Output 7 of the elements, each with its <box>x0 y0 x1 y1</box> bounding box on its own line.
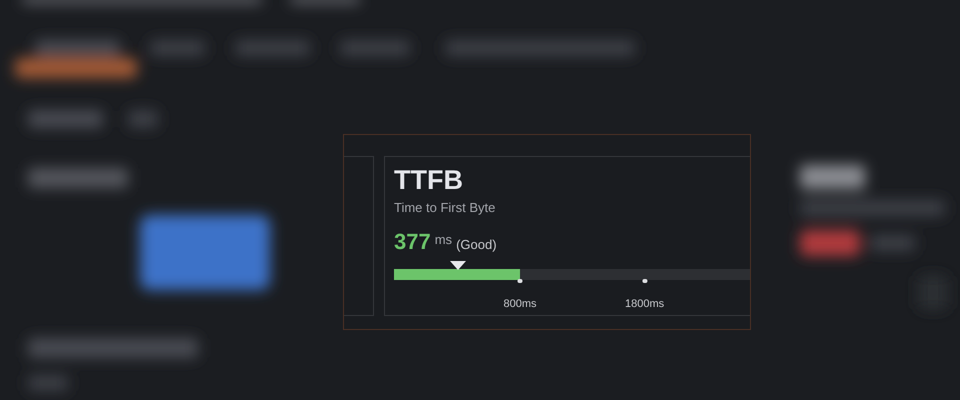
metric-value: 377 <box>394 230 431 254</box>
metric-unit: ms <box>434 231 452 249</box>
tick-label: 1800ms <box>625 297 664 311</box>
metric-subtitle: Time to First Byte <box>394 199 496 217</box>
metric-title: TTFB <box>394 164 464 197</box>
tick-label: 800ms <box>504 297 537 311</box>
rating-label: (Good) <box>456 236 497 254</box>
